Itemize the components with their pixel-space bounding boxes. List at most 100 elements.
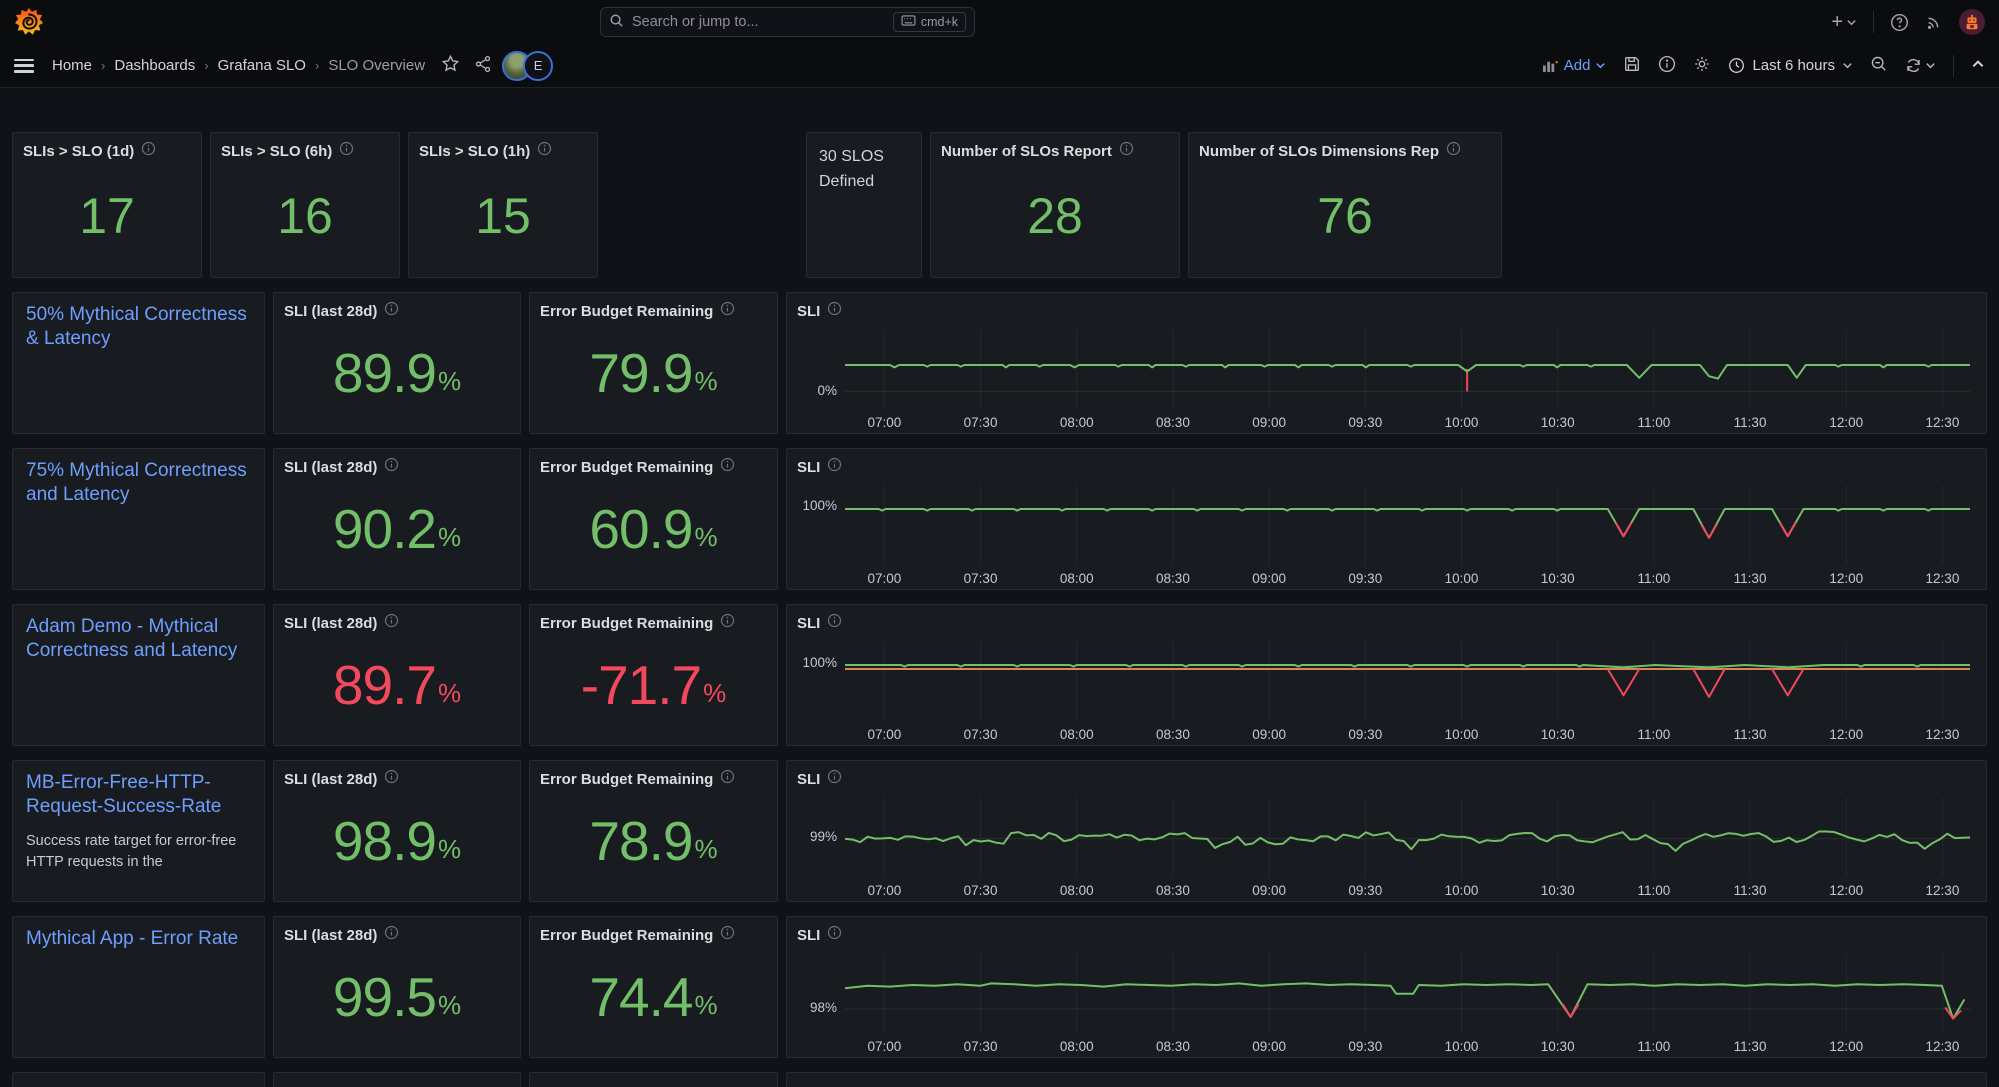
grafana-logo[interactable] (14, 7, 44, 37)
chart-series (1780, 523, 1796, 537)
info-icon[interactable] (720, 301, 735, 321)
divider (1953, 55, 1954, 77)
dashboard-info-icon[interactable] (1658, 55, 1676, 77)
slo-name-link[interactable]: MB-Error-Free-HTTP-Request-Success-Rate (26, 771, 251, 820)
panel-header[interactable]: SLI (last 28d) (274, 293, 520, 321)
panel-title: SLI (797, 459, 820, 476)
info-icon[interactable] (827, 301, 842, 321)
info-icon[interactable] (384, 925, 399, 945)
info-icon[interactable] (720, 925, 735, 945)
panel-title: SLI (797, 615, 820, 632)
sli-panel: SLI (last 28d)90.2% (273, 448, 521, 590)
stat-value: 15 (409, 161, 597, 277)
x-tick-label: 07:00 (867, 571, 901, 586)
breadcrumb-item[interactable]: Grafana SLO (218, 57, 306, 74)
slo-name-link[interactable]: Mythical App - Error Rate (26, 927, 251, 951)
refresh-button[interactable] (1905, 57, 1936, 74)
panel-header[interactable]: SLI (787, 293, 1986, 321)
chevron-down-icon (1842, 60, 1853, 71)
breadcrumb-separator-icon: › (204, 58, 208, 73)
panel-header[interactable]: SLIs > SLO (6h) (211, 133, 399, 161)
panel-header[interactable]: SLI (787, 761, 1986, 789)
panel-header[interactable]: Error Budget Remaining (530, 917, 777, 945)
info-icon[interactable] (1119, 141, 1134, 161)
panel-header[interactable]: SLI (787, 605, 1986, 633)
info-icon[interactable] (537, 141, 552, 161)
slo-name-panel: Adam Demo - Mythical Correctness and Lat… (12, 604, 265, 746)
x-tick-label: 09:30 (1348, 571, 1382, 586)
chart-plot[interactable]: 07:0007:3008:0008:3009:0009:3010:0010:30… (845, 953, 1970, 1033)
chart-plot[interactable]: 07:0007:3008:0008:3009:0009:3010:0010:30… (845, 329, 1970, 409)
global-search-input[interactable]: Search or jump to... cmd+k (600, 7, 975, 37)
panel-header[interactable]: SLI (787, 917, 1986, 945)
save-dashboard-icon[interactable] (1623, 55, 1641, 77)
panel-title: SLI (last 28d) (284, 459, 377, 476)
info-icon[interactable] (384, 769, 399, 789)
user-avatar[interactable] (1959, 9, 1985, 35)
new-button[interactable]: + (1831, 11, 1857, 34)
viewer-avatar-letter[interactable]: E (523, 51, 553, 81)
info-icon[interactable] (720, 769, 735, 789)
chart-body: 100%07:0007:3008:0008:3009:0009:3010:001… (797, 637, 1972, 721)
info-icon[interactable] (827, 457, 842, 477)
info-icon[interactable] (827, 769, 842, 789)
share-icon[interactable] (474, 55, 492, 77)
info-icon[interactable] (1446, 141, 1461, 161)
stat-value: 17 (13, 161, 201, 277)
error-budget-panel: Error Budget Remaining78.9% (529, 760, 778, 902)
info-icon[interactable] (827, 613, 842, 633)
zoom-out-icon[interactable] (1870, 55, 1888, 77)
info-icon[interactable] (339, 141, 354, 161)
panel-header[interactable]: SLI (last 28d) (274, 449, 520, 477)
chart-plot[interactable]: 07:0007:3008:0008:3009:0009:3010:0010:30… (845, 485, 1970, 565)
sli-panel: SLI (last 28d)98.9% (273, 760, 521, 902)
slo-name-link[interactable]: Adam Demo - Mythical Correctness and Lat… (26, 615, 251, 664)
panel-header[interactable]: Error Budget Remaining (530, 605, 777, 633)
breadcrumb: Home›Dashboards›Grafana SLO›SLO Overview (52, 57, 425, 74)
slo-name-link[interactable]: 75% Mythical Correctness and Latency (26, 459, 251, 508)
info-icon[interactable] (827, 925, 842, 945)
x-tick-label: 10:00 (1445, 415, 1479, 430)
breadcrumb-item[interactable]: Dashboards (114, 57, 195, 74)
add-panel-icon (1542, 58, 1559, 73)
info-icon[interactable] (384, 301, 399, 321)
panel-header[interactable]: SLIs > SLO (1d) (13, 133, 201, 161)
info-icon[interactable] (384, 457, 399, 477)
slo-name-link[interactable]: 50% Mythical Correctness & Latency (26, 303, 251, 352)
time-range-picker[interactable]: Last 6 hours (1728, 57, 1853, 74)
info-icon[interactable] (720, 457, 735, 477)
add-panel-button[interactable]: Add (1542, 57, 1607, 74)
panel-header[interactable]: SLI (last 28d) (274, 917, 520, 945)
panel-partial (529, 1072, 778, 1087)
info-icon[interactable] (720, 613, 735, 633)
breadcrumb-item[interactable]: Home (52, 57, 92, 74)
panel-header[interactable]: SLIs > SLO (1h) (409, 133, 597, 161)
sli-chart-panel: SLI98%07:0007:3008:0008:3009:0009:3010:0… (786, 916, 1987, 1058)
error-budget-panel: Error Budget Remaining-71.7% (529, 604, 778, 746)
collapse-toolbar-icon[interactable] (1971, 57, 1985, 75)
x-tick-label: 10:30 (1541, 415, 1575, 430)
info-icon[interactable] (384, 613, 399, 633)
x-tick-label: 11:30 (1734, 571, 1767, 586)
settings-gear-icon[interactable] (1693, 55, 1711, 77)
chart-series (845, 509, 1970, 538)
panel-header[interactable]: Number of SLOs Dimensions Rep (1189, 133, 1501, 161)
info-icon[interactable] (141, 141, 156, 161)
panel-header[interactable]: Error Budget Remaining (530, 761, 777, 789)
panel-header[interactable]: SLI (last 28d) (274, 761, 520, 789)
x-tick-label: 12:30 (1926, 727, 1960, 742)
star-icon[interactable] (441, 54, 460, 77)
panel-header[interactable]: SLI (787, 449, 1986, 477)
panel-header[interactable]: Error Budget Remaining (530, 449, 777, 477)
news-icon[interactable] (1925, 13, 1943, 31)
menu-icon[interactable] (14, 59, 34, 73)
help-icon[interactable] (1890, 13, 1909, 32)
chart-plot[interactable]: 07:0007:3008:0008:3009:0009:3010:0010:30… (845, 641, 1970, 721)
panel-header[interactable]: Number of SLOs Report (931, 133, 1179, 161)
x-tick-label: 09:30 (1348, 415, 1382, 430)
value-number: 60.9 (589, 497, 692, 561)
chart-plot[interactable]: 07:0007:3008:0008:3009:0009:3010:0010:30… (845, 797, 1970, 877)
chart-body: 100%07:0007:3008:0008:3009:0009:3010:001… (797, 481, 1972, 565)
panel-header[interactable]: SLI (last 28d) (274, 605, 520, 633)
panel-header[interactable]: Error Budget Remaining (530, 293, 777, 321)
